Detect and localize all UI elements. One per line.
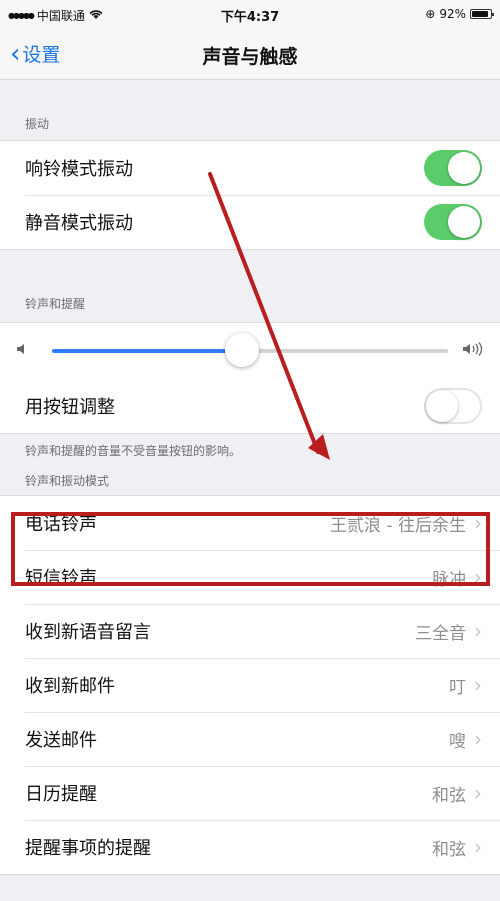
text-tone-row[interactable]: 短信铃声 脉冲 › — [0, 550, 500, 604]
chevron-right-icon: › — [474, 511, 482, 535]
sent-mail-row[interactable]: 发送邮件 嗖 › — [0, 712, 500, 766]
toggle-knob — [448, 206, 480, 238]
row-label: 日历提醒 — [25, 784, 97, 805]
change-with-buttons-row: 用按钮调整 — [0, 379, 500, 433]
speaker-high-icon — [462, 342, 486, 360]
navigation-bar: ‹ 设置 声音与触感 — [0, 28, 500, 80]
volume-slider-thumb[interactable] — [225, 333, 260, 367]
vibrate-on-ring-row: 响铃模式振动 — [0, 141, 500, 195]
row-value: 脉冲 — [432, 569, 466, 590]
toggle-knob — [426, 390, 458, 422]
row-label: 电话铃声 — [25, 514, 97, 535]
volume-slider[interactable] — [52, 333, 448, 367]
vibrate-group: 响铃模式振动 静音模式振动 — [0, 140, 500, 250]
change-with-buttons-toggle[interactable] — [424, 388, 482, 424]
chevron-right-icon: › — [474, 835, 482, 859]
chevron-right-icon: › — [474, 781, 482, 805]
chevron-right-icon: › — [474, 727, 482, 751]
row-label: 收到新语音留言 — [25, 622, 151, 643]
row-value: 叮 — [449, 677, 466, 698]
ringer-group: 用按钮调整 — [0, 322, 500, 434]
status-right: ⊕ 92% — [425, 7, 494, 21]
vibrate-on-silent-toggle[interactable] — [424, 204, 482, 240]
row-value: 和弦 — [432, 839, 466, 860]
toggle-knob — [448, 152, 480, 184]
section-header-patterns: 铃声和振动模式 — [25, 474, 110, 488]
ringer-footer-note: 铃声和提醒的音量不受音量按钮的影响。 — [25, 444, 242, 458]
patterns-group: 电话铃声 王贰浪 - 往后余生 › 短信铃声 脉冲 › 收到新语音留言 三全音 … — [0, 495, 500, 875]
row-label: 静音模式振动 — [25, 213, 133, 234]
row-label: 短信铃声 — [25, 568, 97, 589]
speaker-low-icon — [16, 343, 40, 359]
volume-slider-row — [0, 323, 500, 379]
ringtone-row[interactable]: 电话铃声 王贰浪 - 往后余生 › — [0, 496, 500, 550]
status-bar: ●●●●● 中国联通 下午4:37 ⊕ 92% — [0, 0, 500, 28]
row-value: 和弦 — [432, 785, 466, 806]
reminder-alerts-row[interactable]: 提醒事项的提醒 和弦 › — [0, 820, 500, 874]
battery-percent: 92% — [439, 7, 466, 21]
row-value: 三全音 — [415, 623, 466, 644]
row-label: 提醒事项的提醒 — [25, 838, 151, 859]
row-label: 收到新邮件 — [25, 676, 115, 697]
page-title: 声音与触感 — [202, 46, 298, 68]
battery-icon — [470, 9, 494, 19]
chevron-right-icon: › — [474, 673, 482, 697]
new-mail-row[interactable]: 收到新邮件 叮 › — [0, 658, 500, 712]
orientation-lock-icon: ⊕ — [425, 7, 436, 21]
calendar-alerts-row[interactable]: 日历提醒 和弦 › — [0, 766, 500, 820]
vibrate-on-silent-row: 静音模式振动 — [0, 195, 500, 249]
section-header-vibrate: 振动 — [25, 117, 50, 131]
new-voicemail-row[interactable]: 收到新语音留言 三全音 › — [0, 604, 500, 658]
row-label: 响铃模式振动 — [25, 159, 133, 180]
row-value: 王贰浪 - 往后余生 — [330, 515, 466, 536]
vibrate-on-ring-toggle[interactable] — [424, 150, 482, 186]
row-label: 发送邮件 — [25, 730, 97, 751]
chevron-right-icon: › — [474, 619, 482, 643]
row-value: 嗖 — [449, 731, 466, 752]
chevron-right-icon: › — [474, 565, 482, 589]
section-header-ringer: 铃声和提醒 — [25, 297, 86, 311]
row-label: 用按钮调整 — [25, 397, 115, 418]
volume-slider-fill — [52, 349, 243, 353]
